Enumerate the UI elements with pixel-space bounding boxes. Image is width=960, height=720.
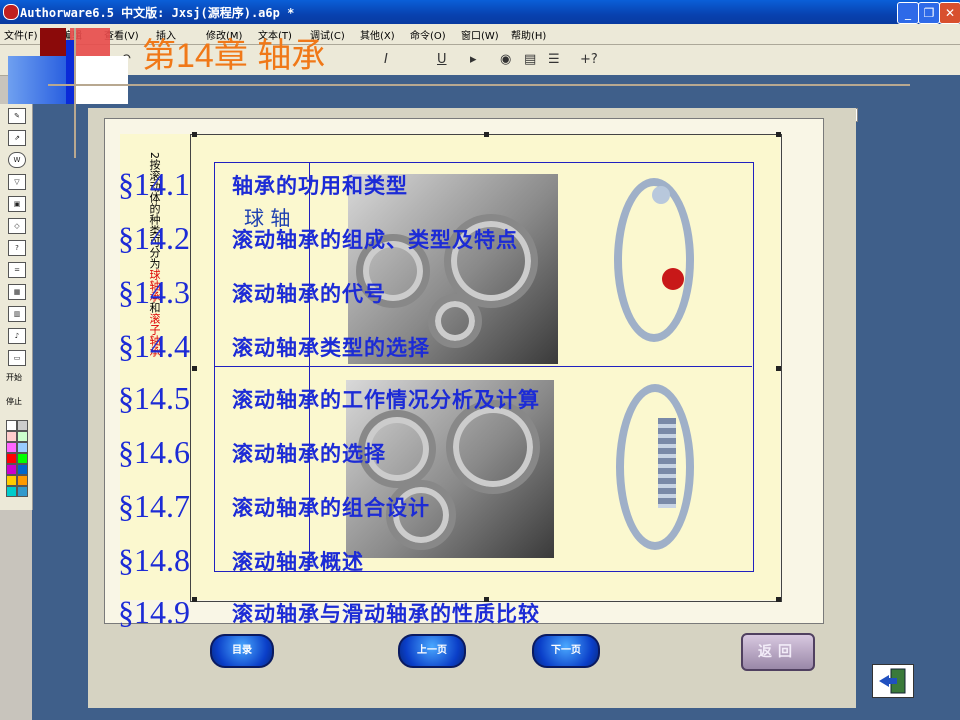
selection-handle[interactable] — [776, 366, 781, 371]
calculation-icon[interactable]: = — [8, 262, 26, 278]
menu-help[interactable]: 帮助(H) — [511, 27, 546, 42]
menu-file[interactable]: 文件(F) — [4, 27, 38, 42]
table-divider — [214, 366, 752, 367]
selection-handle[interactable] — [484, 132, 489, 137]
movie-icon[interactable]: ▥ — [8, 306, 26, 322]
toc-item-14-3[interactable]: §14.3 滚动轴承的代号 — [118, 274, 385, 311]
decor-square-red — [40, 28, 66, 56]
display-icon[interactable]: ✎ — [8, 108, 26, 124]
interaction-icon[interactable]: ? — [8, 240, 26, 256]
toc-item-14-9[interactable]: §14.9 滚动轴承与滑动轴承的性质比较 — [118, 594, 539, 631]
italic-icon[interactable]: I — [384, 52, 388, 67]
functions-icon[interactable]: ▤ — [524, 52, 536, 67]
minimize-icon: _ — [905, 6, 911, 20]
map-icon[interactable]: ▦ — [8, 284, 26, 300]
selection-handle[interactable] — [192, 597, 197, 602]
next-page-button[interactable]: 下一页 — [532, 634, 600, 668]
close-button[interactable]: ✕ — [939, 2, 960, 24]
run-icon[interactable]: ▸ — [470, 52, 477, 67]
decor-square-pink — [70, 28, 110, 56]
toc-item-14-1[interactable]: §14.1 轴承的功用和类型 — [118, 166, 407, 203]
window-title-bar: Authorware6.5 中文版: Jxsj(源程序).a6p * _ ❐ ✕ — [0, 0, 960, 24]
help-pointer-icon[interactable]: +? — [580, 52, 598, 67]
control-panel-icon[interactable]: ◉ — [500, 52, 511, 67]
sound-icon[interactable]: ♪ — [8, 328, 26, 344]
framework-icon[interactable]: ▣ — [8, 196, 26, 212]
motion-icon[interactable]: ⇗ — [8, 130, 26, 146]
app-icon[interactable] — [3, 4, 19, 20]
slide-title: 第14章 轴承 — [142, 37, 326, 75]
maximize-icon: ❐ — [923, 6, 935, 20]
maximize-button[interactable]: ❐ — [918, 2, 940, 24]
selection-handle[interactable] — [192, 132, 197, 137]
close-icon: ✕ — [944, 6, 956, 20]
video-icon[interactable]: ▭ — [8, 350, 26, 366]
prev-page-button[interactable]: 上一页 — [398, 634, 466, 668]
icon-palette: ✎ ⇗ W ▽ ▣ ◇ ? = ▦ ▥ ♪ ▭ 开始 停止 — [0, 104, 33, 510]
toc-item-14-2[interactable]: §14.2 滚动轴承的组成、类型及特点 — [118, 220, 517, 257]
selection-handle[interactable] — [776, 132, 781, 137]
underline-icon[interactable]: U — [437, 52, 447, 67]
start-flag-label[interactable]: 开始 — [6, 372, 22, 383]
minimize-button[interactable]: _ — [897, 2, 919, 24]
decor-square-blue — [8, 56, 66, 104]
toc-item-14-8[interactable]: §14.8 滚动轴承概述 — [118, 542, 363, 579]
selection-handle[interactable] — [776, 597, 781, 602]
menu-window[interactable]: 窗口(W) — [461, 27, 499, 42]
decor-rule-vertical — [74, 28, 76, 158]
color-swatches[interactable] — [6, 420, 28, 508]
decor-bar-blue — [66, 40, 74, 104]
variables-icon[interactable]: ☰ — [548, 52, 560, 67]
toc-item-14-6[interactable]: §14.6 滚动轴承的选择 — [118, 434, 385, 471]
decision-icon[interactable]: ◇ — [8, 218, 26, 234]
stop-flag-label[interactable]: 停止 — [6, 396, 22, 407]
selection-handle[interactable] — [192, 366, 197, 371]
exit-door-icon — [879, 668, 906, 694]
navigate-icon[interactable]: ▽ — [8, 174, 26, 190]
decor-rule — [48, 84, 910, 86]
menu-command[interactable]: 命令(O) — [410, 27, 446, 42]
exit-button[interactable] — [872, 664, 914, 698]
catalog-button[interactable]: 目录 — [210, 634, 274, 668]
toc-item-14-5[interactable]: §14.5 滚动轴承的工作情况分析及计算 — [118, 380, 539, 417]
window-title: Authorware6.5 中文版: Jxsj(源程序).a6p * — [20, 6, 295, 20]
toc-item-14-7[interactable]: §14.7 滚动轴承的组合设计 — [118, 488, 429, 525]
toc-item-14-4[interactable]: §14.4 滚动轴承类型的选择 — [118, 328, 429, 365]
wait-icon[interactable]: W — [8, 152, 26, 168]
menu-other[interactable]: 其他(X) — [360, 27, 395, 42]
back-button[interactable]: 返回 — [741, 633, 815, 671]
